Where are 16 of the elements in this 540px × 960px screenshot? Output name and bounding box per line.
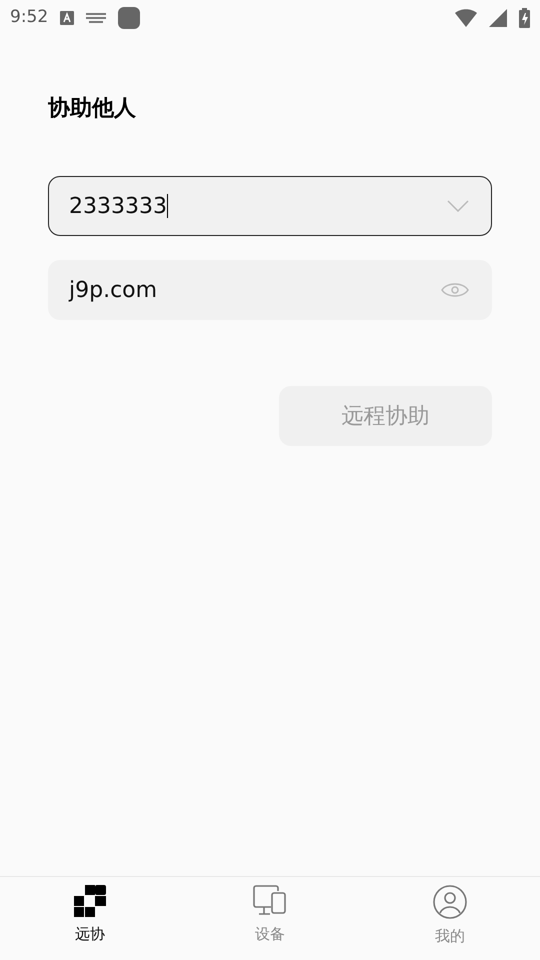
devices-icon <box>253 885 287 917</box>
nav-tab[interactable]: 远协 <box>0 877 180 960</box>
battery-icon <box>519 8 530 28</box>
keyboard-icon <box>86 13 106 23</box>
password-field[interactable]: j9p.com <box>48 260 492 320</box>
user-icon <box>433 885 467 919</box>
eye-icon[interactable] <box>441 281 469 299</box>
app-square-icon <box>118 7 140 29</box>
signal-icon <box>489 9 507 27</box>
keyboard-a-icon <box>60 11 74 25</box>
status-time: 9:52 <box>10 6 48 30</box>
id-dropdown-field[interactable]: 2333333 <box>48 176 492 236</box>
wifi-icon <box>455 9 477 27</box>
page-title: 协助他人 <box>48 95 137 123</box>
chevron-down-icon[interactable] <box>447 200 469 212</box>
grid-blocks-icon <box>74 885 106 917</box>
